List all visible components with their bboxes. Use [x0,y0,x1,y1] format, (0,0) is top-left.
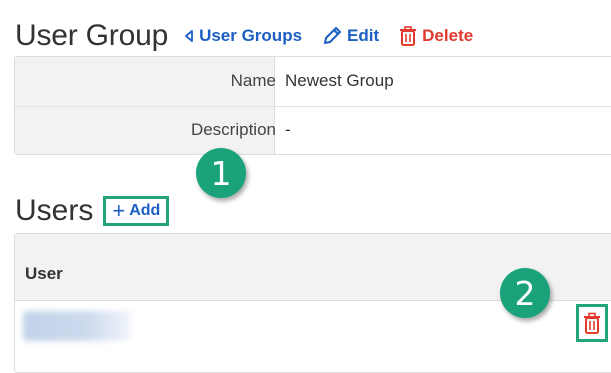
step-marker-1: 1 [196,148,246,198]
name-label: Name [230,71,276,90]
page-title: User Group [15,19,169,52]
back-link-label: User Groups [199,26,303,45]
add-user-button[interactable]: + Add [103,196,170,226]
redacted-user-name [23,311,131,341]
trash-icon [400,26,417,46]
chevron-left-icon [185,30,193,42]
details-row-divider [15,106,611,107]
pencil-icon [324,27,342,44]
remove-user-button[interactable] [576,304,608,342]
step-marker-2: 2 [500,268,550,318]
delete-label: Delete [422,26,474,45]
delete-button[interactable]: Delete [399,26,473,46]
plus-icon: + [112,198,126,223]
users-title: Users [15,194,94,227]
users-section-header: Users + Add [15,190,170,232]
group-details-table: Name Newest Group Description - [14,56,611,155]
trash-icon [584,312,600,334]
edit-label: Edit [347,26,380,45]
edit-button[interactable]: Edit [322,26,379,46]
add-label: Add [129,202,161,219]
description-label: Description [190,120,276,139]
header: User Group User Groups Edit Delete [15,14,493,58]
user-column-header: User [25,264,63,283]
description-value: - [285,120,291,139]
name-value: Newest Group [285,71,394,90]
back-to-user-groups-link[interactable]: User Groups [184,26,302,46]
